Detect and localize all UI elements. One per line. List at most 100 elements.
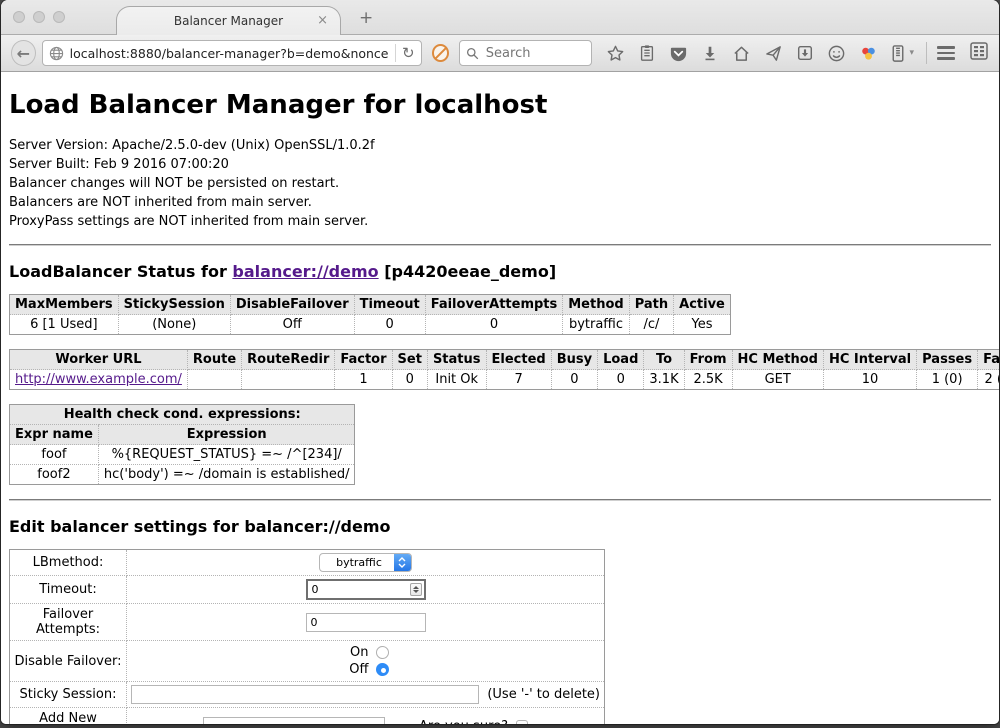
reload-icon[interactable]: ↻ [402, 46, 415, 61]
worker-url-link[interactable]: http://www.example.com/ [15, 372, 182, 387]
url-bar[interactable]: localhost:8880/balancer-manager?b=demo&n… [42, 40, 422, 66]
health-check-table: Health check cond. expressions: Expr nam… [9, 404, 355, 485]
add-worker-label: Add New Worker: [10, 708, 127, 725]
col-path: Path [629, 295, 673, 315]
col-expr-name: Expr name [10, 425, 99, 445]
col-worker-url: Worker URL [10, 350, 188, 370]
balancer-table: MaxMembers StickySession DisableFailover… [9, 294, 731, 335]
radio-on[interactable] [376, 646, 389, 659]
server-version: Server Version: Apache/2.5.0-dev (Unix) … [9, 136, 991, 155]
are-you-sure-checkbox[interactable] [516, 720, 528, 724]
col-route: Route [187, 350, 241, 370]
cell-from: 2.5K [684, 370, 732, 390]
zoom-window-button[interactable] [53, 11, 65, 23]
globe-icon [49, 46, 64, 61]
chat-smiley-icon[interactable] [827, 44, 846, 63]
cell-stickysession: (None) [118, 315, 230, 335]
block-icon[interactable] [432, 44, 449, 62]
timeout-label: Timeout: [10, 576, 127, 604]
minimize-window-button[interactable] [33, 11, 45, 23]
balancer-settings-form: LBmethod: bytraffic Timeout: [9, 549, 605, 724]
health-row: foof2 hc('body') =~ /domain is establish… [10, 465, 355, 485]
browser-window: Balancer Manager × + ← localhost:8880/ba… [1, 0, 999, 724]
tab-bar: Balancer Manager × + [1, 0, 999, 35]
divider [9, 244, 991, 246]
health-header-row: Expr name Expression [10, 425, 355, 445]
add-worker-input[interactable] [203, 717, 385, 725]
col-active: Active [674, 295, 731, 315]
color-swatch-icon[interactable] [859, 44, 878, 63]
col-elected: Elected [486, 350, 551, 370]
dropdown-caret-icon[interactable]: ▾ [910, 48, 915, 58]
sticky-session-label: Sticky Session: [10, 682, 127, 708]
cell-timeout: 0 [354, 315, 425, 335]
lbmethod-label: LBmethod: [10, 550, 127, 576]
url-text[interactable]: localhost:8880/balancer-manager?b=demo&n… [70, 46, 389, 61]
tab-balancer-manager[interactable]: Balancer Manager × [116, 6, 341, 35]
radio-off-label: Off [343, 662, 369, 677]
col-set: Set [392, 350, 427, 370]
are-you-sure-label: Are you sure? [419, 719, 508, 725]
col-status: Status [427, 350, 486, 370]
cell-busy: 0 [551, 370, 597, 390]
number-stepper-icon[interactable] [410, 583, 422, 596]
balancer-header-row: MaxMembers StickySession DisableFailover… [10, 295, 731, 315]
lbmethod-select[interactable]: bytraffic [319, 553, 412, 572]
col-hc-method: HC Method [732, 350, 823, 370]
cell-load: 0 [598, 370, 644, 390]
col-factor: Factor [335, 350, 392, 370]
cell-set: 0 [392, 370, 427, 390]
col-passes: Passes [917, 350, 978, 370]
server-built: Server Built: Feb 9 2016 07:00:20 [9, 155, 991, 174]
tab-title: Balancer Manager [174, 14, 283, 28]
col-from: From [684, 350, 732, 370]
health-row: foof %{REQUEST_STATUS} =~ /^[234]/ [10, 445, 355, 465]
cell-expr-name: foof2 [10, 465, 99, 485]
search-bar[interactable] [459, 40, 592, 66]
cell-active: Yes [674, 315, 731, 335]
col-routeredir: RouteRedir [242, 350, 335, 370]
close-tab-icon[interactable]: × [317, 14, 328, 27]
cell-hc-method: GET [732, 370, 823, 390]
status-heading-prefix: LoadBalancer Status for [9, 262, 232, 281]
close-window-button[interactable] [13, 11, 25, 23]
sticky-session-input[interactable] [131, 685, 479, 704]
balancer-link[interactable]: balancer://demo [232, 262, 378, 281]
persist-note: Balancer changes will NOT be persisted o… [9, 174, 991, 193]
back-icon[interactable]: ← [11, 40, 36, 66]
download-icon[interactable] [701, 44, 719, 62]
cell-expression: %{REQUEST_STATUS} =~ /^[234]/ [98, 445, 355, 465]
cell-to: 3.1K [644, 370, 684, 390]
failover-attempts-input[interactable] [306, 613, 426, 632]
radio-on-label: On [343, 645, 369, 660]
worker-row: http://www.example.com/ 1 0 Init Ok 7 0 … [10, 370, 1000, 390]
search-input[interactable] [484, 45, 574, 62]
cell-disablefailover: Off [230, 315, 354, 335]
status-heading-suffix: [p4420eeae_demo] [379, 262, 557, 281]
page-content: Load Balancer Manager for localhost Serv… [1, 72, 999, 724]
apps-grid-icon[interactable] [969, 41, 989, 61]
col-method: Method [563, 295, 629, 315]
failover-attempts-label: Failover Attempts: [10, 604, 127, 641]
balancer-row: 6 [1 Used] (None) Off 0 0 bytraffic /c/ … [10, 315, 731, 335]
radio-off[interactable] [376, 663, 389, 676]
pocket-icon[interactable] [669, 44, 688, 63]
health-title-row: Health check cond. expressions: [10, 405, 355, 425]
cell-routeredir [242, 370, 335, 390]
screenshot-icon[interactable] [796, 44, 814, 62]
timeout-input[interactable] [306, 579, 426, 600]
reading-list-icon[interactable] [638, 44, 656, 62]
cell-expression: hc('body') =~ /domain is established/ [98, 465, 355, 485]
sticky-session-row: Sticky Session: (Use '-' to delete) [10, 682, 605, 708]
new-tab-button[interactable]: + [359, 8, 373, 28]
bookmark-star-icon[interactable] [606, 44, 625, 63]
col-expression: Expression [98, 425, 355, 445]
home-icon[interactable] [732, 44, 751, 63]
col-busy: Busy [551, 350, 597, 370]
worker-table: Worker URL Route RouteRedir Factor Set S… [9, 349, 999, 390]
col-disablefailover: DisableFailover [230, 295, 354, 315]
menu-icon[interactable] [937, 46, 955, 60]
disable-failover-row: Disable Failover: On Off [10, 641, 605, 682]
device-icon[interactable] [891, 44, 905, 63]
send-tab-icon[interactable] [764, 44, 783, 63]
